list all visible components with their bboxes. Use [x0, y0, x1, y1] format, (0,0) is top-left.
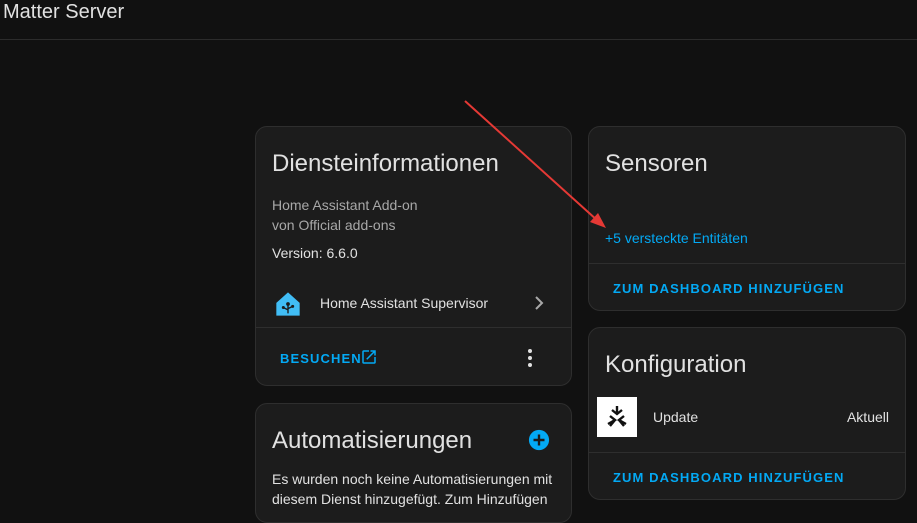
visit-label: BESUCHEN — [280, 351, 362, 366]
chevron-right-icon — [535, 296, 544, 310]
plus-circle-icon — [528, 429, 550, 451]
configuration-divider — [589, 452, 905, 453]
page-title: Matter Server — [3, 1, 125, 23]
add-automation-button[interactable] — [528, 429, 552, 453]
configuration-title: Konfiguration — [605, 351, 747, 378]
dots-vertical-icon — [528, 349, 532, 367]
addon-type-text: Home Assistant Add-on — [272, 197, 418, 213]
version-text: Version: 6.6.0 — [272, 245, 358, 261]
service-info-divider — [256, 327, 571, 328]
more-options-button[interactable] — [518, 345, 542, 371]
home-assistant-icon — [276, 292, 300, 316]
automations-empty-line2: diesem Dienst hinzugefügt. Zum Hinzufüge… — [272, 491, 548, 507]
hidden-entities-link[interactable]: +5 versteckte Entitäten — [605, 230, 748, 246]
supervisor-label: Home Assistant Supervisor — [320, 295, 489, 311]
service-info-card: Diensteinformationen Home Assistant Add-… — [255, 126, 572, 386]
update-label: Update — [653, 409, 699, 425]
automations-empty-line1: Es wurden noch keine Automatisierungen m… — [272, 471, 553, 487]
top-app-bar: Matter Server — [0, 0, 917, 40]
update-row[interactable]: Update Aktuell — [589, 396, 905, 438]
sensors-card: Sensoren +5 versteckte Entitäten ZUM DAS… — [588, 126, 906, 311]
configuration-card: Konfiguration Update Aktuell ZUM DASHBOA… — [588, 327, 906, 500]
matter-logo-icon — [597, 397, 637, 437]
update-status: Aktuell — [846, 409, 889, 425]
automations-card: Automatisierungen Es wurden noch keine A… — [255, 403, 572, 523]
automations-title: Automatisierungen — [272, 427, 473, 454]
service-info-title: Diensteinformationen — [272, 150, 499, 177]
addon-source-text: von Official add-ons — [272, 217, 396, 233]
configuration-add-dashboard-button[interactable]: ZUM DASHBOARD HINZUFÜGEN — [613, 470, 845, 485]
open-in-new-icon — [362, 350, 376, 364]
supervisor-row[interactable]: Home Assistant Supervisor — [256, 285, 571, 321]
sensors-title: Sensoren — [605, 150, 708, 177]
sensors-divider — [589, 263, 905, 264]
sensors-add-dashboard-button[interactable]: ZUM DASHBOARD HINZUFÜGEN — [613, 281, 845, 296]
visit-button[interactable]: BESUCHEN — [272, 345, 382, 371]
